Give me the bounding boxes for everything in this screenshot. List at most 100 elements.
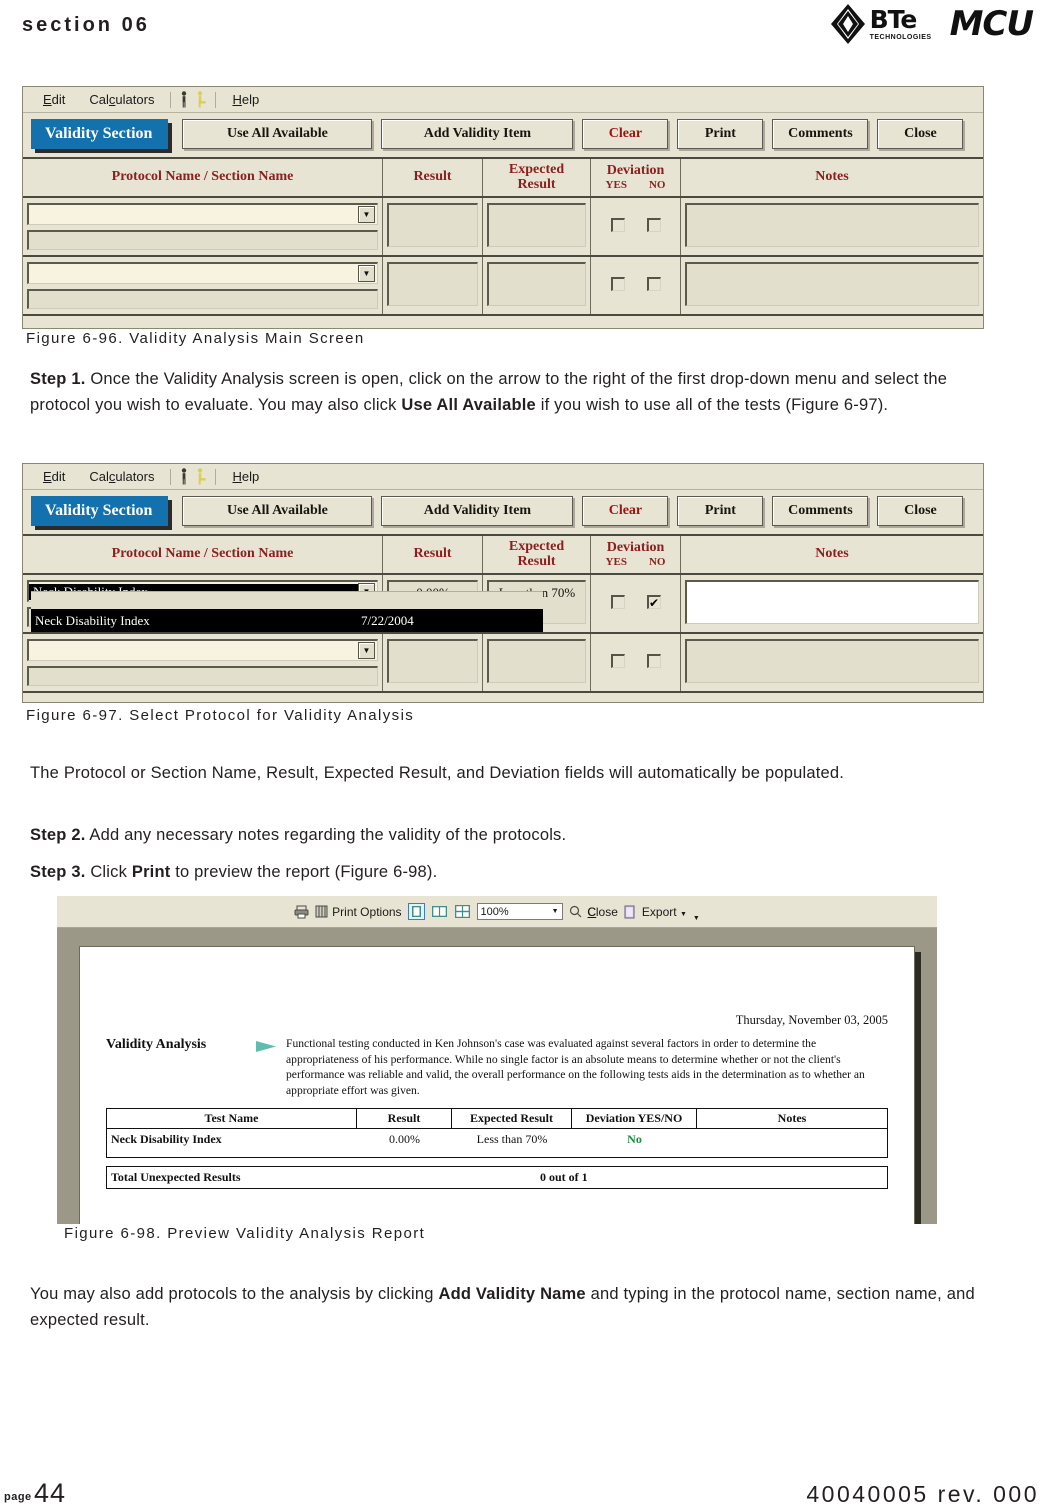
chevron-down-icon[interactable]: ▼ xyxy=(358,265,375,283)
report-header-test-name: Test Name xyxy=(107,1109,357,1128)
section-name-field[interactable] xyxy=(27,289,378,310)
deviation-yes-checkbox[interactable] xyxy=(610,277,625,292)
deviation-checkbox-group xyxy=(591,198,680,252)
single-page-view-icon[interactable] xyxy=(407,903,425,920)
two-page-view-icon[interactable] xyxy=(431,903,448,920)
deviation-no-checkbox[interactable]: ✔ xyxy=(646,595,661,610)
figure-97-caption: Figure 6-97. Select Protocol for Validit… xyxy=(26,707,415,724)
deviation-yes-checkbox[interactable] xyxy=(610,654,625,669)
step-1-paragraph: Step 1. Once the Validity Analysis scree… xyxy=(30,366,1005,418)
comments-button[interactable]: Comments xyxy=(772,496,869,526)
page-number: 44 xyxy=(34,1478,67,1508)
protocol-dropdown[interactable]: ▼ xyxy=(27,639,378,662)
printer-icon[interactable] xyxy=(294,905,309,919)
deviation-yes-no: YES NO xyxy=(606,179,666,192)
close-button[interactable]: Close xyxy=(877,496,964,526)
print-preview-screenshot: Print Options 100% ▼ CClose Export ▼ ▼ T… xyxy=(57,896,937,1224)
print-options-button[interactable]: Print Options xyxy=(315,905,402,919)
deviation-cell xyxy=(591,198,681,256)
menu-item-calculators[interactable]: Calculators xyxy=(77,467,166,486)
deviation-no-label: NO xyxy=(648,555,666,568)
step-2-label: Step 2. xyxy=(30,826,86,844)
menu-item-edit[interactable]: Edit xyxy=(31,467,77,486)
column-header-expected-result: Expected Result xyxy=(483,536,591,574)
expected-result-field[interactable] xyxy=(487,203,586,248)
close-preview-label: Close xyxy=(587,904,618,919)
deviation-yes-checkbox[interactable] xyxy=(610,595,625,610)
section-name-field[interactable] xyxy=(27,230,378,251)
expected-line-1: Expected xyxy=(508,162,565,177)
print-button[interactable]: Print xyxy=(677,119,764,149)
notes-field[interactable] xyxy=(685,203,979,248)
deviation-yes-label: YES xyxy=(605,555,627,568)
clear-button[interactable]: Clear xyxy=(582,496,669,526)
validity-section-tab[interactable]: Validity Section xyxy=(31,496,169,526)
notes-field[interactable] xyxy=(685,580,979,625)
export-document-icon[interactable] xyxy=(624,905,636,919)
toolbar-overflow-icon[interactable]: ▼ xyxy=(693,915,700,927)
protocol-cell: ▼ xyxy=(23,634,383,692)
protocol-dropdown[interactable]: ▼ xyxy=(27,203,378,226)
menu-bar: Edit Calculators Help xyxy=(23,87,983,113)
export-button[interactable]: Export ▼ xyxy=(642,905,687,919)
result-field[interactable] xyxy=(387,639,478,684)
four-page-view-icon[interactable] xyxy=(454,903,471,920)
chevron-down-icon[interactable]: ▼ xyxy=(358,206,375,224)
deviation-no-checkbox[interactable] xyxy=(646,277,661,292)
deviation-cell xyxy=(591,634,681,692)
seated-person-icon[interactable] xyxy=(193,467,211,487)
report-cell-notes xyxy=(697,1132,887,1147)
page-header: section 06 BTe TECHNOLOGIES MCU xyxy=(0,0,1059,62)
column-header-deviation: Deviation YES NO xyxy=(591,536,681,574)
add-validity-item-button[interactable]: Add Validity Item xyxy=(381,496,574,526)
result-field[interactable] xyxy=(387,203,478,248)
comments-button[interactable]: Comments xyxy=(772,119,869,149)
use-all-available-button[interactable]: Use All Available xyxy=(182,119,373,149)
validity-section-tab[interactable]: Validity Section xyxy=(31,119,169,149)
chevron-down-icon[interactable]: ▼ xyxy=(358,642,375,660)
protocol-dropdown-option[interactable]: Neck Disability Index 7/22/2004 xyxy=(31,609,543,632)
close-button[interactable]: Close xyxy=(877,119,964,149)
menu-item-help[interactable]: Help xyxy=(220,467,271,486)
step-3-paragraph: Step 3. Click Print to preview the repor… xyxy=(30,859,1005,885)
report-total-label: Total Unexpected Results xyxy=(111,1170,241,1184)
protocol-cell: ▼ xyxy=(23,257,383,315)
magnifier-icon[interactable] xyxy=(569,905,582,918)
step-1-bold-ref: Use All Available xyxy=(401,396,536,414)
zoom-level-select[interactable]: 100% ▼ xyxy=(476,903,563,920)
chevron-down-icon[interactable]: ▼ xyxy=(680,911,687,918)
column-header-protocol: Protocol Name / Section Name xyxy=(23,536,383,574)
report-page: Thursday, November 03, 2005 Validity Ana… xyxy=(79,946,915,1224)
standing-person-icon[interactable] xyxy=(175,90,193,110)
table-row: ▼ xyxy=(23,634,983,694)
bte-logo: BTe TECHNOLOGIES xyxy=(828,2,938,46)
menu-bar: Edit Calculators Help xyxy=(23,464,983,490)
deviation-yes-checkbox[interactable] xyxy=(610,218,625,233)
grid-header-row: Protocol Name / Section Name Result Expe… xyxy=(23,536,983,576)
deviation-checkbox-group xyxy=(591,634,680,688)
menu-item-help[interactable]: Help xyxy=(220,90,271,109)
protocol-dropdown[interactable]: ▼ xyxy=(27,262,378,285)
expected-line-1: Expected xyxy=(508,539,565,554)
deviation-no-checkbox[interactable] xyxy=(646,654,661,669)
expected-result-field[interactable] xyxy=(487,262,586,307)
deviation-no-checkbox[interactable] xyxy=(646,218,661,233)
add-validity-item-button[interactable]: Add Validity Item xyxy=(381,119,574,149)
section-name-field[interactable] xyxy=(27,666,378,687)
chevron-down-icon[interactable]: ▼ xyxy=(552,908,559,915)
standing-person-icon[interactable] xyxy=(175,467,193,487)
column-header-notes: Notes xyxy=(815,546,849,562)
clear-button[interactable]: Clear xyxy=(582,119,669,149)
notes-field[interactable] xyxy=(685,262,979,307)
expected-line-2: Result xyxy=(517,553,556,569)
seated-person-icon[interactable] xyxy=(193,90,211,110)
menu-item-edit[interactable]: Edit xyxy=(31,90,77,109)
print-button[interactable]: Print xyxy=(677,496,764,526)
expected-result-field[interactable] xyxy=(487,639,586,684)
notes-field[interactable] xyxy=(685,639,979,684)
report-header-deviation: Deviation YES/NO xyxy=(572,1109,697,1128)
result-field[interactable] xyxy=(387,262,478,307)
use-all-available-button[interactable]: Use All Available xyxy=(182,496,373,526)
close-preview-button[interactable]: CClose xyxy=(587,904,618,919)
menu-item-calculators[interactable]: Calculators xyxy=(77,90,166,109)
